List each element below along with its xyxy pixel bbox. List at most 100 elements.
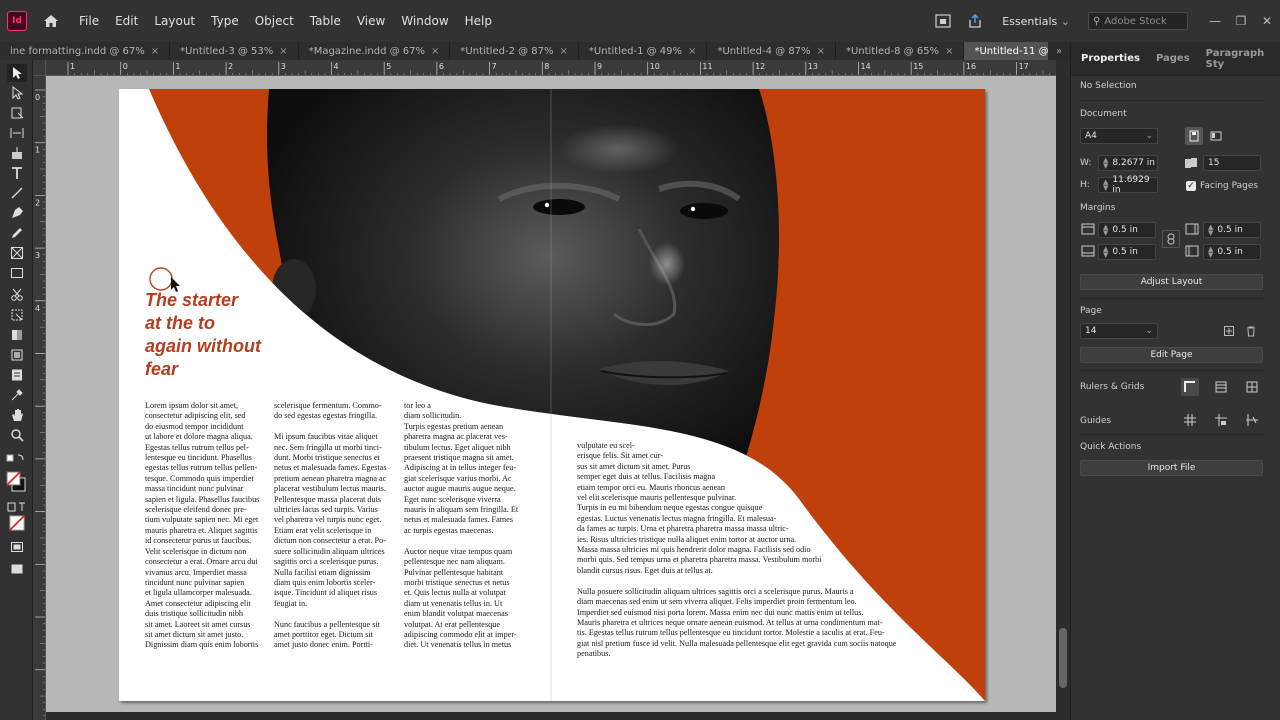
screen-mode-icon[interactable]: [7, 538, 27, 556]
type-tool-icon[interactable]: [7, 164, 27, 182]
menu-layout[interactable]: Layout: [146, 14, 203, 28]
close-tab-icon[interactable]: ×: [279, 46, 287, 57]
margin-bottom-field[interactable]: ▲ ▼ 0.5 in: [1098, 244, 1156, 260]
landscape-orientation-icon[interactable]: [1207, 127, 1225, 145]
portrait-orientation-icon[interactable]: [1185, 127, 1203, 145]
document-tab[interactable]: ine formatting.indd @ 67% ×: [0, 42, 171, 60]
page-width-field[interactable]: ▲ ▼ 8.2677 in: [1098, 155, 1158, 171]
tab-pages[interactable]: Pages: [1156, 53, 1190, 64]
close-tab-icon[interactable]: ×: [688, 46, 696, 57]
ruler-origin[interactable]: [33, 60, 46, 76]
menu-edit[interactable]: Edit: [107, 14, 146, 28]
document-tab[interactable]: *Untitled-3 @ 53% ×: [170, 42, 299, 60]
home-icon[interactable]: [41, 11, 61, 31]
body-column-1[interactable]: Lorem ipsum dolor sit amet, consectetur …: [145, 401, 275, 651]
import-file-button[interactable]: Import File: [1080, 460, 1263, 476]
margin-top-field[interactable]: ▲ ▼ 0.5 in: [1098, 222, 1156, 238]
smart-guides-icon[interactable]: [1243, 411, 1261, 429]
new-page-icon[interactable]: [1220, 322, 1238, 340]
document-tab[interactable]: *Untitled-8 @ 65% ×: [835, 42, 965, 60]
lock-guides-icon[interactable]: [1212, 411, 1230, 429]
body-column-4[interactable]: vulputate eu scel- erisque felis. Sit am…: [577, 441, 957, 660]
content-collector-icon[interactable]: [7, 144, 27, 162]
document-tab[interactable]: *Untitled-2 @ 87% ×: [450, 42, 579, 60]
free-transform-tool-icon[interactable]: [7, 306, 27, 324]
document-tab[interactable]: *Magazine.indd @ 67% ×: [298, 42, 451, 60]
fill-stroke-swatch-icon[interactable]: [5, 468, 27, 494]
adobe-stock-search[interactable]: ⚲ Adobe Stock: [1088, 12, 1188, 30]
edit-page-button[interactable]: Edit Page: [1080, 347, 1263, 363]
menu-help[interactable]: Help: [457, 14, 500, 28]
page-tool-icon[interactable]: [7, 104, 27, 122]
close-tab-icon[interactable]: ×: [817, 46, 825, 57]
headline-text-frame[interactable]: The starter at the to again without fear: [145, 289, 261, 381]
zoom-tool-icon[interactable]: [7, 426, 27, 444]
eyedropper-tool-icon[interactable]: [7, 386, 27, 404]
publish-online-icon[interactable]: [932, 10, 954, 32]
document-preset-select[interactable]: A4 ⌄: [1080, 128, 1158, 144]
scroll-thumb[interactable]: [1059, 628, 1067, 688]
facing-pages-checkbox[interactable]: ✓: [1186, 181, 1196, 191]
ruler-toggle-icon[interactable]: [1181, 378, 1199, 396]
hand-tool-icon[interactable]: [7, 406, 27, 424]
document-tab[interactable]: *Untitled-4 @ 87% ×: [707, 42, 836, 60]
preview-mode-icon[interactable]: [7, 560, 27, 578]
menu-table[interactable]: Table: [302, 14, 349, 28]
gradient-swatch-tool-icon[interactable]: [7, 326, 27, 344]
rectangle-frame-tool-icon[interactable]: [7, 244, 27, 262]
horizontal-scrollbar[interactable]: [46, 712, 1056, 720]
tab-label: *Untitled-8 @ 65%: [845, 45, 940, 57]
more-tabs-icon[interactable]: »: [1048, 42, 1070, 60]
ruler-label: 1: [175, 62, 180, 71]
page-count-field[interactable]: 15: [1203, 155, 1261, 171]
close-icon[interactable]: ✕: [1254, 12, 1280, 30]
workspace-switcher[interactable]: Essentials ⌄: [1002, 15, 1070, 28]
minimize-icon[interactable]: —: [1202, 12, 1228, 30]
fill-stroke-swap-icon[interactable]: [5, 450, 27, 468]
menu-view[interactable]: View: [349, 14, 393, 28]
share-icon[interactable]: [964, 10, 986, 32]
tab-paragraph-styles[interactable]: Paragraph Sty: [1206, 48, 1265, 70]
vertical-scrollbar[interactable]: [1056, 60, 1070, 720]
menu-type[interactable]: Type: [203, 14, 247, 28]
pages-icon: [1182, 154, 1200, 172]
horizontal-ruler[interactable]: 1 0 1 2 3 4 5 6 7 8 9 10 11 12 13 14 15 16 17: [46, 60, 1056, 76]
current-page-select[interactable]: 14 ⌄: [1080, 323, 1158, 339]
spinner-icon: ▲ ▼: [1103, 178, 1109, 192]
delete-page-icon[interactable]: [1242, 322, 1260, 340]
close-tab-icon[interactable]: ×: [560, 46, 568, 57]
gradient-feather-tool-icon[interactable]: [7, 346, 27, 364]
gap-tool-icon[interactable]: [7, 124, 27, 142]
direct-selection-tool-icon[interactable]: [7, 84, 27, 102]
margin-inside-field[interactable]: ▲ ▼ 0.5 in: [1203, 222, 1261, 238]
page-spread[interactable]: The starter at the to again without fear…: [119, 89, 985, 701]
selection-tool-icon[interactable]: [7, 64, 27, 82]
vertical-ruler[interactable]: 0 1 2 3 4: [33, 76, 46, 720]
page-height-field[interactable]: ▲ ▼ 11.6929 in: [1098, 175, 1158, 195]
link-margins-icon[interactable]: [1162, 230, 1180, 248]
pasteboard[interactable]: The starter at the to again without fear…: [46, 76, 1056, 716]
body-column-2[interactable]: scelerisque fermentum. Commo- do sed ege…: [274, 401, 404, 651]
apply-none-icon[interactable]: [7, 514, 27, 532]
baseline-grid-icon[interactable]: [1212, 378, 1230, 396]
close-tab-icon[interactable]: ×: [431, 46, 439, 57]
adjust-layout-button[interactable]: Adjust Layout: [1080, 274, 1263, 290]
close-tab-icon[interactable]: ×: [151, 46, 159, 57]
menu-window[interactable]: Window: [393, 14, 456, 28]
rectangle-tool-icon[interactable]: [7, 264, 27, 282]
pencil-tool-icon[interactable]: [7, 224, 27, 242]
guides-toggle-icon[interactable]: [1181, 411, 1199, 429]
close-tab-icon[interactable]: ×: [945, 46, 953, 57]
scissors-tool-icon[interactable]: [7, 286, 27, 304]
line-tool-icon[interactable]: [7, 184, 27, 202]
note-tool-icon[interactable]: [7, 366, 27, 384]
margin-outside-field[interactable]: ▲ ▼ 0.5 in: [1203, 244, 1261, 260]
body-column-3[interactable]: tor leo a diam sollicitudin. Turpis eges…: [404, 401, 534, 651]
document-tab[interactable]: *Untitled-1 @ 49% ×: [578, 42, 708, 60]
menu-object[interactable]: Object: [247, 14, 302, 28]
menu-file[interactable]: File: [71, 14, 107, 28]
document-grid-icon[interactable]: [1243, 378, 1261, 396]
restore-icon[interactable]: ❐: [1228, 12, 1254, 30]
tab-properties[interactable]: Properties: [1081, 53, 1140, 64]
pen-tool-icon[interactable]: [7, 204, 27, 222]
